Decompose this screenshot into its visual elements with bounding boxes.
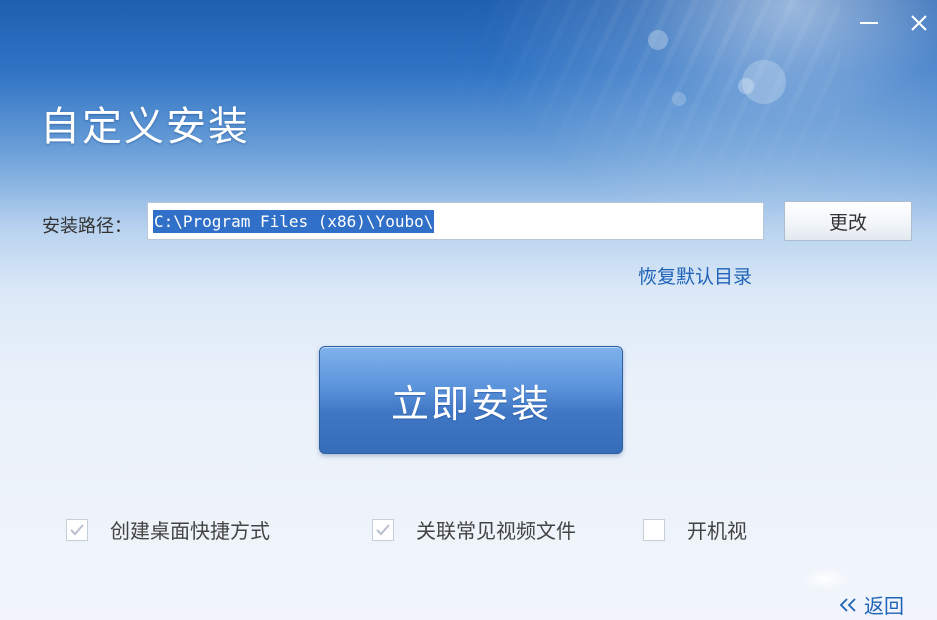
header-light-rays: [420, 0, 840, 220]
installer-window: 自定义安装 安装路径： C:\Program Files (x86)\Youbo…: [0, 0, 937, 620]
back-label: 返回: [864, 594, 904, 618]
decor-bubble: [738, 78, 754, 94]
startup-label: 开机视: [687, 519, 747, 543]
change-path-button[interactable]: 更改: [784, 201, 912, 241]
decor-shine: [800, 568, 850, 590]
decor-bubble: [648, 30, 668, 50]
option-startup[interactable]: 开机视: [643, 515, 747, 544]
install-now-button[interactable]: 立即安装: [319, 346, 623, 454]
option-desktop-shortcut[interactable]: 创建桌面快捷方式: [66, 515, 270, 544]
close-icon: [911, 15, 927, 31]
desktop-shortcut-label: 创建桌面快捷方式: [110, 519, 270, 543]
associate-files-label: 关联常见视频文件: [416, 519, 576, 543]
close-button[interactable]: [902, 8, 936, 38]
install-path-value: C:\Program Files (x86)\Youbo\: [153, 209, 435, 233]
startup-checkbox[interactable]: [643, 518, 665, 541]
install-path-label: 安装路径：: [42, 216, 132, 237]
minimize-button[interactable]: [852, 8, 886, 38]
option-associate-files[interactable]: 关联常见视频文件: [372, 515, 576, 544]
associate-files-checkbox[interactable]: [372, 518, 394, 541]
desktop-shortcut-checkbox[interactable]: [66, 518, 88, 541]
decor-bubble: [672, 92, 686, 106]
minimize-icon: [860, 22, 878, 24]
checkmark-icon: [70, 523, 84, 535]
checkmark-icon: [376, 523, 390, 535]
back-link[interactable]: 返回: [838, 590, 904, 619]
page-title: 自定义安装: [40, 104, 250, 150]
double-chevron-left-icon: [839, 597, 856, 612]
install-path-input[interactable]: C:\Program Files (x86)\Youbo\: [147, 202, 764, 240]
restore-default-link[interactable]: 恢复默认目录: [638, 262, 752, 289]
